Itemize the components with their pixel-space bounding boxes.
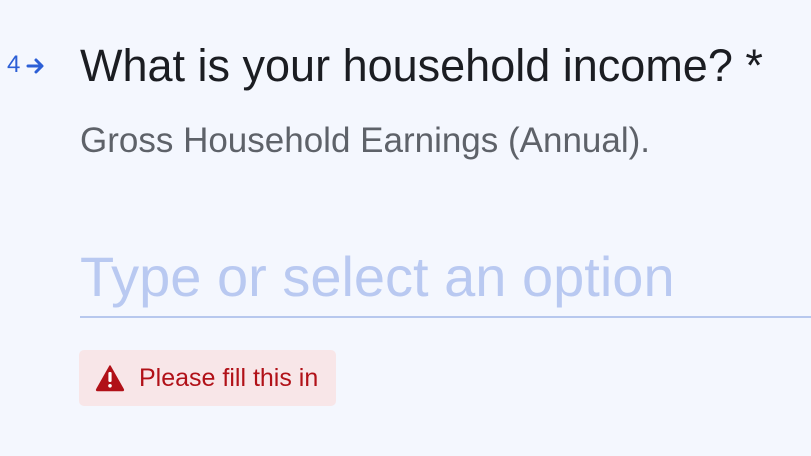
question-number: 4 [7,50,46,80]
question-title: What is your household income? * [80,40,763,91]
error-badge: Please fill this in [79,350,337,406]
arrow-right-icon [26,58,44,73]
error-message: Please fill this in [139,364,319,392]
question-number-label: 4 [7,51,21,78]
warning-icon [95,365,125,392]
answer-input[interactable] [80,236,811,318]
question-description: Gross Household Earnings (Annual). [80,121,651,160]
